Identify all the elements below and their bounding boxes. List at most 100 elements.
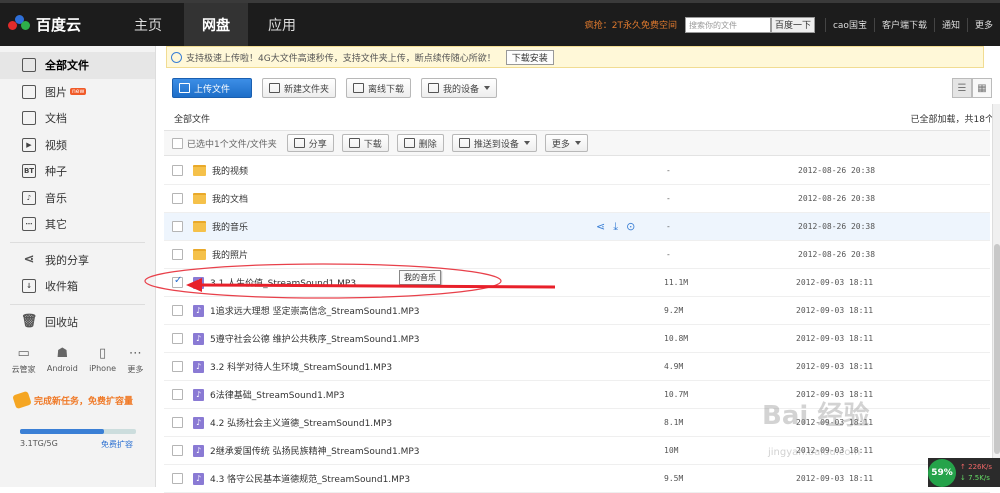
sidebar-item-label: 其它 <box>45 218 67 232</box>
sidebar-item-recycle-bin[interactable]: 🗑 回收站 <box>0 309 155 336</box>
push-label: 推送到设备 <box>473 139 519 150</box>
push-to-device-button[interactable]: 推送到设备 <box>451 134 537 152</box>
row-checkbox[interactable] <box>172 389 183 400</box>
table-row[interactable]: ♪ 4.2 弘扬社会主义道德_StreamSound1.MP3 8.1M 2012-0… <box>164 409 990 437</box>
download-button[interactable]: 下载 <box>341 134 389 152</box>
row-checkbox[interactable] <box>172 249 183 260</box>
client-download-link[interactable]: 客户端下载 <box>873 17 934 32</box>
music-file-icon: ♪ <box>193 388 204 401</box>
row-checkbox[interactable] <box>172 221 183 232</box>
sidebar-item-label: 收件箱 <box>45 280 78 294</box>
file-name[interactable]: 4.3 恪守公民基本道德规范_StreamSound1.MP3 <box>210 472 664 485</box>
tab-home[interactable]: 主页 <box>118 3 178 46</box>
table-row[interactable]: ♪ 5遵守社会公德 维护公共秩序_StreamSound1.MP3 10.8M 201… <box>164 325 990 353</box>
sidebar-item-images[interactable]: 图片 new <box>0 79 155 106</box>
sidebar-item-inbox[interactable]: ↓ 收件箱 <box>0 273 155 300</box>
table-row[interactable]: ♪3.1 人生价值_StreamSound1.MP311.1M2012-09-0… <box>164 269 990 297</box>
sidebar-divider <box>10 241 145 243</box>
video-icon: ▶ <box>22 137 36 152</box>
row-checkbox[interactable] <box>172 333 183 344</box>
tab-netdisk[interactable]: 网盘 <box>184 3 248 46</box>
file-name[interactable]: 4.2 弘扬社会主义道德_StreamSound1.MP3 <box>210 416 664 429</box>
sidebar-item-videos[interactable]: ▶ 视频 <box>0 132 155 159</box>
device-label: 更多 <box>127 365 144 374</box>
more-dots-icon: ⋯ <box>128 346 142 361</box>
logo[interactable]: 百度云 <box>0 3 118 46</box>
row-checkbox[interactable] <box>172 275 183 288</box>
file-name[interactable]: 6法律基础_StreamSound1.MP3 <box>210 388 664 401</box>
share-button[interactable]: 分享 <box>286 134 334 152</box>
table-row[interactable]: 我的视频 - 2012-08-26 20:38 <box>164 157 990 185</box>
table-row[interactable]: 我的音乐 ⋖ ⤓ ⊙ -2012-08-26 20:38 <box>164 213 990 241</box>
table-row[interactable]: ♪ 3.2 科学对待人生环境_StreamSound1.MP3 4.9M 2012-0… <box>164 353 990 381</box>
sidebar-item-all-files[interactable]: 全部文件 <box>0 52 155 79</box>
row-checkbox[interactable] <box>172 361 183 372</box>
row-checkbox[interactable] <box>172 417 183 428</box>
scroll-thumb[interactable] <box>994 244 1000 454</box>
device-more[interactable]: ⋯ 更多 <box>127 347 143 375</box>
offline-download-button[interactable]: 离线下载 <box>346 78 412 98</box>
row-checkbox[interactable] <box>172 193 183 204</box>
promo-link[interactable]: 疯抢：2T永久免费空间 <box>585 18 677 31</box>
sidebar-item-torrents[interactable]: BT 种子 <box>0 158 155 185</box>
row-checkbox[interactable] <box>172 445 183 456</box>
sidebar-item-label: 我的分享 <box>45 253 89 267</box>
download-icon[interactable]: ⤓ <box>613 220 618 234</box>
upload-button[interactable]: 上传文件 <box>172 78 252 98</box>
file-name[interactable]: 1追求远大理想 坚定崇高信念_StreamSound1.MP3 <box>210 304 664 317</box>
row-checkbox[interactable] <box>172 473 183 484</box>
more-actions-button[interactable]: 更多 <box>544 134 588 152</box>
file-date: 2012-09-03 18:11 <box>796 418 874 427</box>
more-circle-icon[interactable]: ⊙ <box>626 220 635 234</box>
download-install-button[interactable]: 下载安装 <box>505 49 554 65</box>
table-row[interactable]: ♪ 6法律基础_StreamSound1.MP3 10.7M 2012-09-03 1… <box>164 381 990 409</box>
sidebar-item-other[interactable]: ⋯ 其它 <box>0 211 155 238</box>
speed-percent: 59% <box>928 458 956 487</box>
phone-icon: ▯ <box>98 346 107 361</box>
file-name[interactable]: 我的视频 <box>212 164 666 177</box>
search-input[interactable]: 搜索你的文件 <box>684 16 771 33</box>
table-row[interactable]: 我的照片 - 2012-08-26 20:38 <box>164 241 990 269</box>
my-device-button[interactable]: 我的设备 <box>421 78 498 98</box>
row-checkbox[interactable] <box>172 165 183 176</box>
breadcrumb[interactable]: 全部文件 <box>174 112 210 125</box>
select-all-checkbox[interactable] <box>172 137 183 149</box>
table-row[interactable]: ♪ 4.3 恪守公民基本道德规范_StreamSound1.MP3 9.5M 2012… <box>164 465 990 493</box>
sidebar-item-my-share[interactable]: ⋖ 我的分享 <box>0 247 155 274</box>
sidebar-item-documents[interactable]: 文档 <box>0 105 155 132</box>
table-row[interactable]: 我的文档 - 2012-08-26 20:38 <box>164 185 990 213</box>
device-icon <box>428 83 440 93</box>
file-name[interactable]: 3.2 科学对待人生环境_StreamSound1.MP3 <box>210 360 664 373</box>
file-size: - <box>666 250 671 259</box>
task-banner[interactable]: 完成新任务，免费扩容量 <box>12 390 155 410</box>
task-banner-text: 完成新任务，免费扩容量 <box>34 396 134 407</box>
file-name[interactable]: 2继承爱国传统 弘扬民族精神_StreamSound1.MP3 <box>210 444 664 457</box>
speed-widget[interactable]: 59% ↑ 226K/s ↓ 7.5K/s <box>928 458 1000 487</box>
file-name[interactable]: 5遵守社会公德 维护公共秩序_StreamSound1.MP3 <box>210 332 664 345</box>
share-icon[interactable]: ⋖ <box>596 220 605 234</box>
music-file-icon: ♪ <box>193 472 204 485</box>
new-folder-button[interactable]: 新建文件夹 <box>262 78 337 98</box>
scrollbar[interactable] <box>992 104 1000 487</box>
device-cloud-manager[interactable]: ▭ 云管家 <box>12 347 36 375</box>
notice-bar: 支持极速上传啦！4G大文件高速秒传，支持文件夹上传，断点续传随心所欲！ 下载安装 <box>166 46 984 68</box>
upgrade-link[interactable]: 免费扩容 <box>101 439 133 450</box>
top-nav: 百度云 主页 网盘 应用 疯抢：2T永久免费空间 搜索你的文件 百度一下 cao… <box>0 0 1000 46</box>
row-checkbox[interactable] <box>172 305 183 316</box>
grid-view-button[interactable]: ▦ <box>972 78 992 98</box>
delete-button[interactable]: 删除 <box>396 134 444 152</box>
sidebar-item-label: 全部文件 <box>45 59 89 73</box>
user-menu[interactable]: cao国宝 <box>824 17 874 32</box>
more-menu[interactable]: 更多 <box>966 17 1000 32</box>
tab-apps[interactable]: 应用 <box>252 3 312 46</box>
search-button[interactable]: 百度一下 <box>770 16 815 33</box>
device-android[interactable]: ☗ Android <box>47 347 78 375</box>
table-row[interactable]: ♪ 2继承爱国传统 弘扬民族精神_StreamSound1.MP3 10M 2012-… <box>164 437 990 465</box>
notifications-link[interactable]: 通知 <box>933 17 967 32</box>
list-view-button[interactable]: ☰ <box>952 78 972 98</box>
sidebar-item-music[interactable]: ♪ 音乐 <box>0 185 155 212</box>
table-row[interactable]: ♪ 1追求远大理想 坚定崇高信念_StreamSound1.MP3 9.2M 2012… <box>164 297 990 325</box>
file-name[interactable]: 我的照片 <box>212 248 666 261</box>
file-name[interactable]: 我的文档 <box>212 192 666 205</box>
device-iphone[interactable]: ▯ iPhone <box>89 347 116 375</box>
